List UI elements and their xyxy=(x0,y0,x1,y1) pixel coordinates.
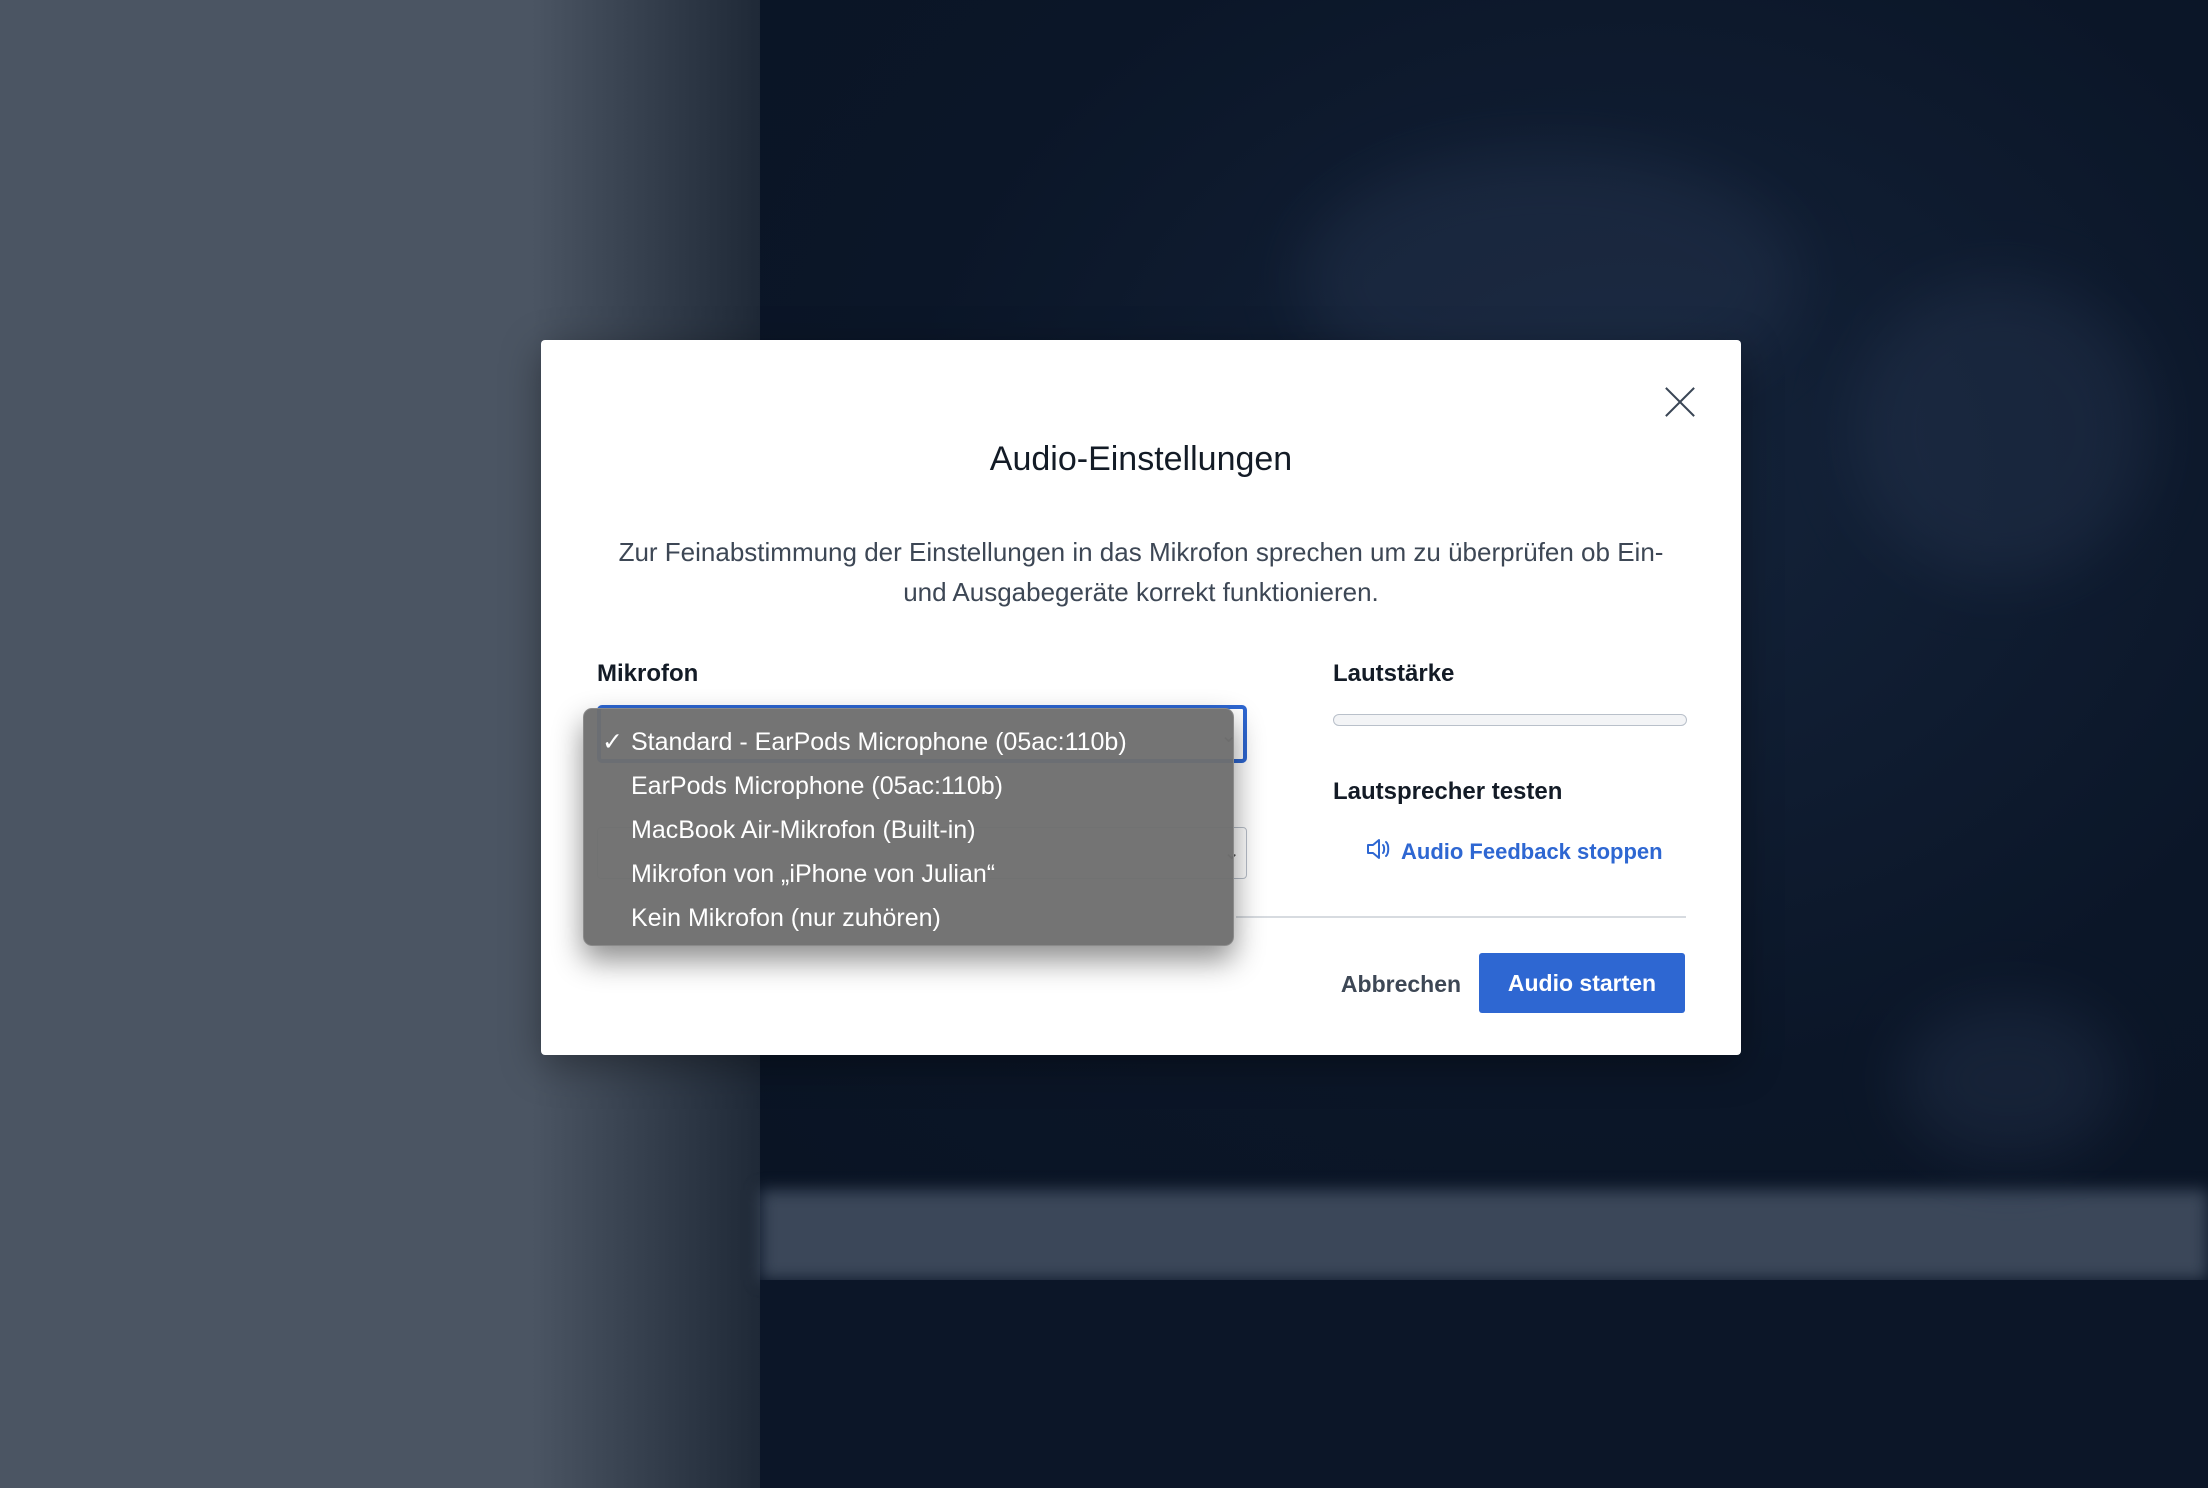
speaker-test-label: Lautsprecher testen xyxy=(1333,778,1563,805)
microphone-label: Mikrofon xyxy=(597,660,699,687)
audio-feedback-label: Audio Feedback stoppen xyxy=(1401,839,1663,864)
volume-label: Lautstärke xyxy=(1333,660,1455,687)
dialog-title: Audio-Einstellungen xyxy=(989,440,1293,478)
microphone-option-label: Mikrofon von „iPhone von Julian“ xyxy=(631,860,996,888)
microphone-option[interactable]: ✓ Standard - EarPods Microphone (05ac:11… xyxy=(584,720,1233,764)
microphone-option[interactable]: Mikrofon von „iPhone von Julian“ xyxy=(584,852,1233,896)
speaker-icon xyxy=(1365,837,1391,867)
background-bottom xyxy=(760,1280,2208,1488)
volume-meter xyxy=(1333,714,1687,726)
background-blur-shape xyxy=(1850,280,2150,580)
footer-divider xyxy=(1236,916,1686,918)
background-band xyxy=(760,1190,2208,1280)
audio-feedback-stop-link[interactable]: Audio Feedback stoppen xyxy=(1365,837,1663,867)
microphone-option-label: Standard - EarPods Microphone (05ac:110b… xyxy=(631,728,1127,756)
cancel-button[interactable]: Abbrechen xyxy=(1316,955,1486,1013)
microphone-option[interactable]: MacBook Air-Mikrofon (Built-in) xyxy=(584,808,1233,852)
microphone-option[interactable]: Kein Mikrofon (nur zuhören) xyxy=(584,896,1233,940)
microphone-option[interactable]: EarPods Microphone (05ac:110b) xyxy=(584,764,1233,808)
microphone-option-label: MacBook Air-Mikrofon (Built-in) xyxy=(631,816,976,844)
microphone-dropdown-menu: ✓ Standard - EarPods Microphone (05ac:11… xyxy=(583,708,1234,946)
checkmark-icon: ✓ xyxy=(602,728,623,756)
start-audio-button[interactable]: Audio starten xyxy=(1479,953,1685,1013)
microphone-option-label: EarPods Microphone (05ac:110b) xyxy=(631,772,1003,800)
close-icon[interactable] xyxy=(1659,380,1701,422)
audio-settings-dialog: Audio-Einstellungen Zur Feinabstimmung d… xyxy=(541,340,1741,1055)
background-blur-shape xyxy=(1900,1000,2120,1160)
dialog-description: Zur Feinabstimmung der Einstellungen in … xyxy=(618,537,1664,607)
microphone-option-label: Kein Mikrofon (nur zuhören) xyxy=(631,904,941,932)
